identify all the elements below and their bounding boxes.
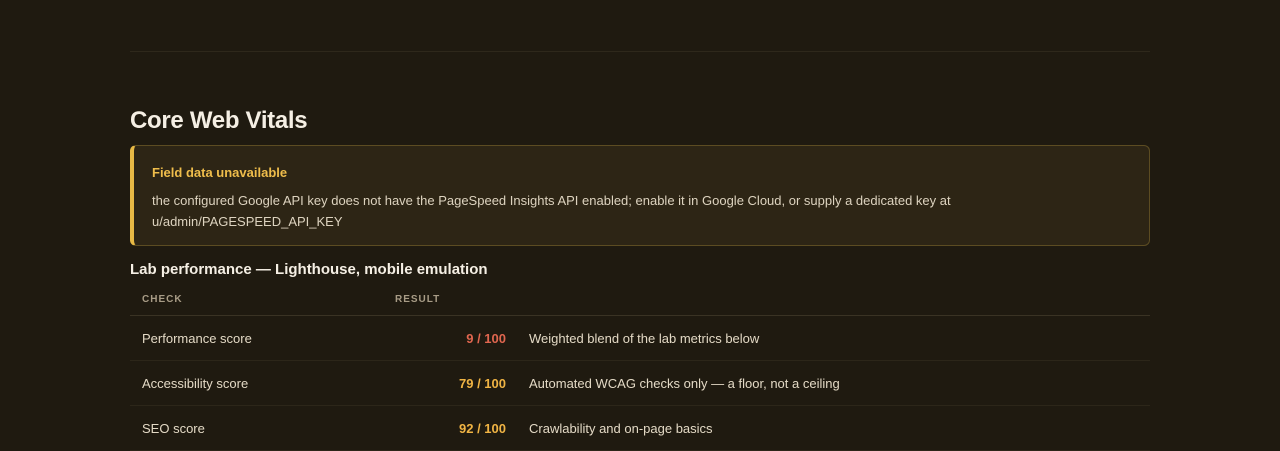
table-header: CHECK RESULT: [130, 284, 1150, 316]
table-row: SEO score 92 / 100 Crawlability and on-p…: [130, 406, 1150, 451]
section-title: Core Web Vitals: [130, 107, 308, 134]
field-data-warning: Field data unavailable the configured Go…: [130, 145, 1150, 246]
result-score: 92 / 100: [459, 421, 506, 436]
result-note: Weighted blend of the lab metrics below: [529, 331, 760, 346]
column-header-result: RESULT: [395, 294, 441, 305]
warning-message: the configured Google API key does not h…: [152, 190, 1129, 232]
result-note: Crawlability and on-page basics: [529, 421, 713, 436]
warning-message-path: u/admin/PAGESPEED_API_KEY: [152, 214, 343, 229]
table-row: Accessibility score 79 / 100 Automated W…: [130, 361, 1150, 406]
check-name: Performance score: [142, 331, 252, 346]
result-note: Automated WCAG checks only — a floor, no…: [529, 376, 840, 391]
lab-results-table: CHECK RESULT Performance score 9 / 100 W…: [130, 284, 1150, 451]
check-name: SEO score: [142, 421, 205, 436]
check-name: Accessibility score: [142, 376, 249, 391]
column-header-check: CHECK: [142, 294, 183, 305]
result-score: 9 / 100: [466, 331, 506, 346]
divider: [130, 51, 1150, 52]
table-row: Performance score 9 / 100 Weighted blend…: [130, 316, 1150, 361]
lab-performance-heading: Lab performance — Lighthouse, mobile emu…: [130, 261, 488, 278]
warning-title: Field data unavailable: [152, 165, 288, 180]
warning-message-line: the configured Google API key does not h…: [152, 193, 951, 208]
result-score: 79 / 100: [459, 376, 506, 391]
